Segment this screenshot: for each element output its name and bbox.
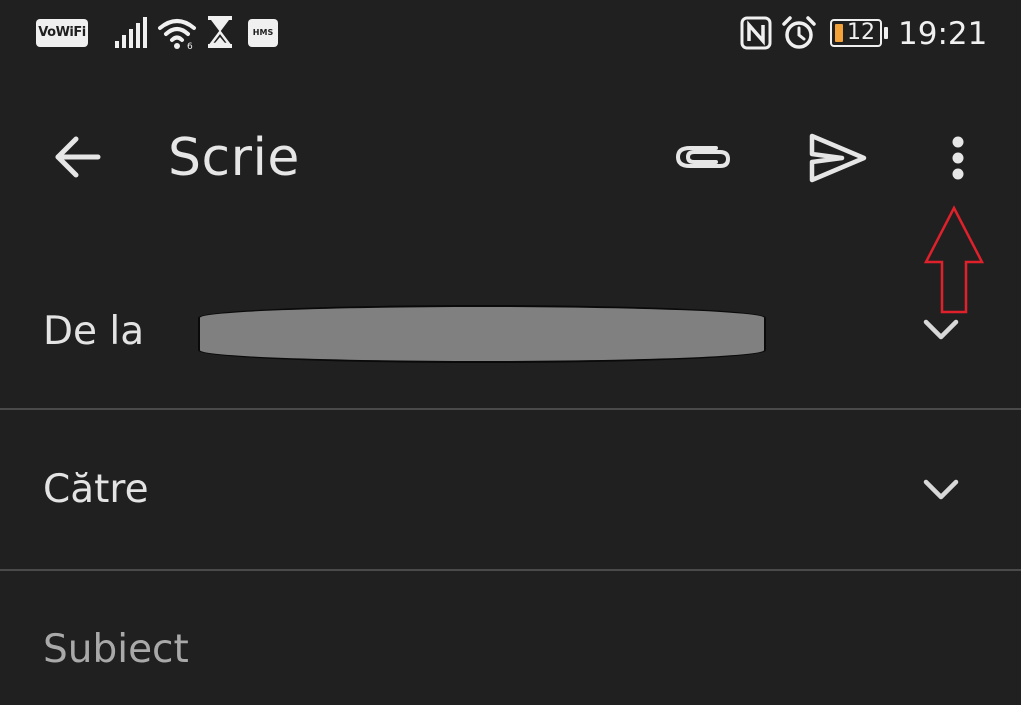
page-title: Scrie: [168, 128, 300, 188]
divider: [0, 569, 1021, 571]
from-label: De la: [43, 309, 145, 354]
status-clock: 19:21: [898, 16, 988, 52]
back-arrow-icon[interactable]: [52, 132, 102, 182]
signal-icon: [115, 17, 147, 48]
attach-icon[interactable]: [672, 136, 734, 178]
hms-badge: HMS: [248, 19, 278, 47]
compose-screen: VoWiFi 6 HMS 12 19:21 Scrie De la Către …: [0, 0, 1021, 705]
subject-input[interactable]: Subiect: [43, 622, 189, 678]
svg-text:6: 6: [187, 42, 193, 50]
hourglass-icon: [208, 16, 232, 48]
from-address-redacted: [198, 305, 766, 363]
battery-percent: 12: [847, 20, 875, 45]
more-vert-icon[interactable]: [946, 134, 970, 184]
to-field[interactable]: Către: [43, 462, 149, 518]
battery-nub: [884, 27, 888, 39]
wifi-icon: 6: [158, 19, 196, 50]
battery-level-fill: [835, 24, 843, 42]
to-chevron-down-icon[interactable]: [922, 478, 960, 502]
divider: [0, 408, 1021, 410]
alarm-icon: [782, 16, 816, 49]
vowifi-badge: VoWiFi: [36, 19, 88, 47]
status-bar: VoWiFi 6 HMS 12 19:21: [0, 0, 1021, 70]
battery-icon: 12: [830, 19, 882, 47]
send-icon[interactable]: [808, 132, 868, 184]
annotation-up-arrow-icon: [923, 205, 985, 314]
from-chevron-down-icon[interactable]: [922, 318, 960, 342]
nfc-icon: [740, 16, 772, 50]
